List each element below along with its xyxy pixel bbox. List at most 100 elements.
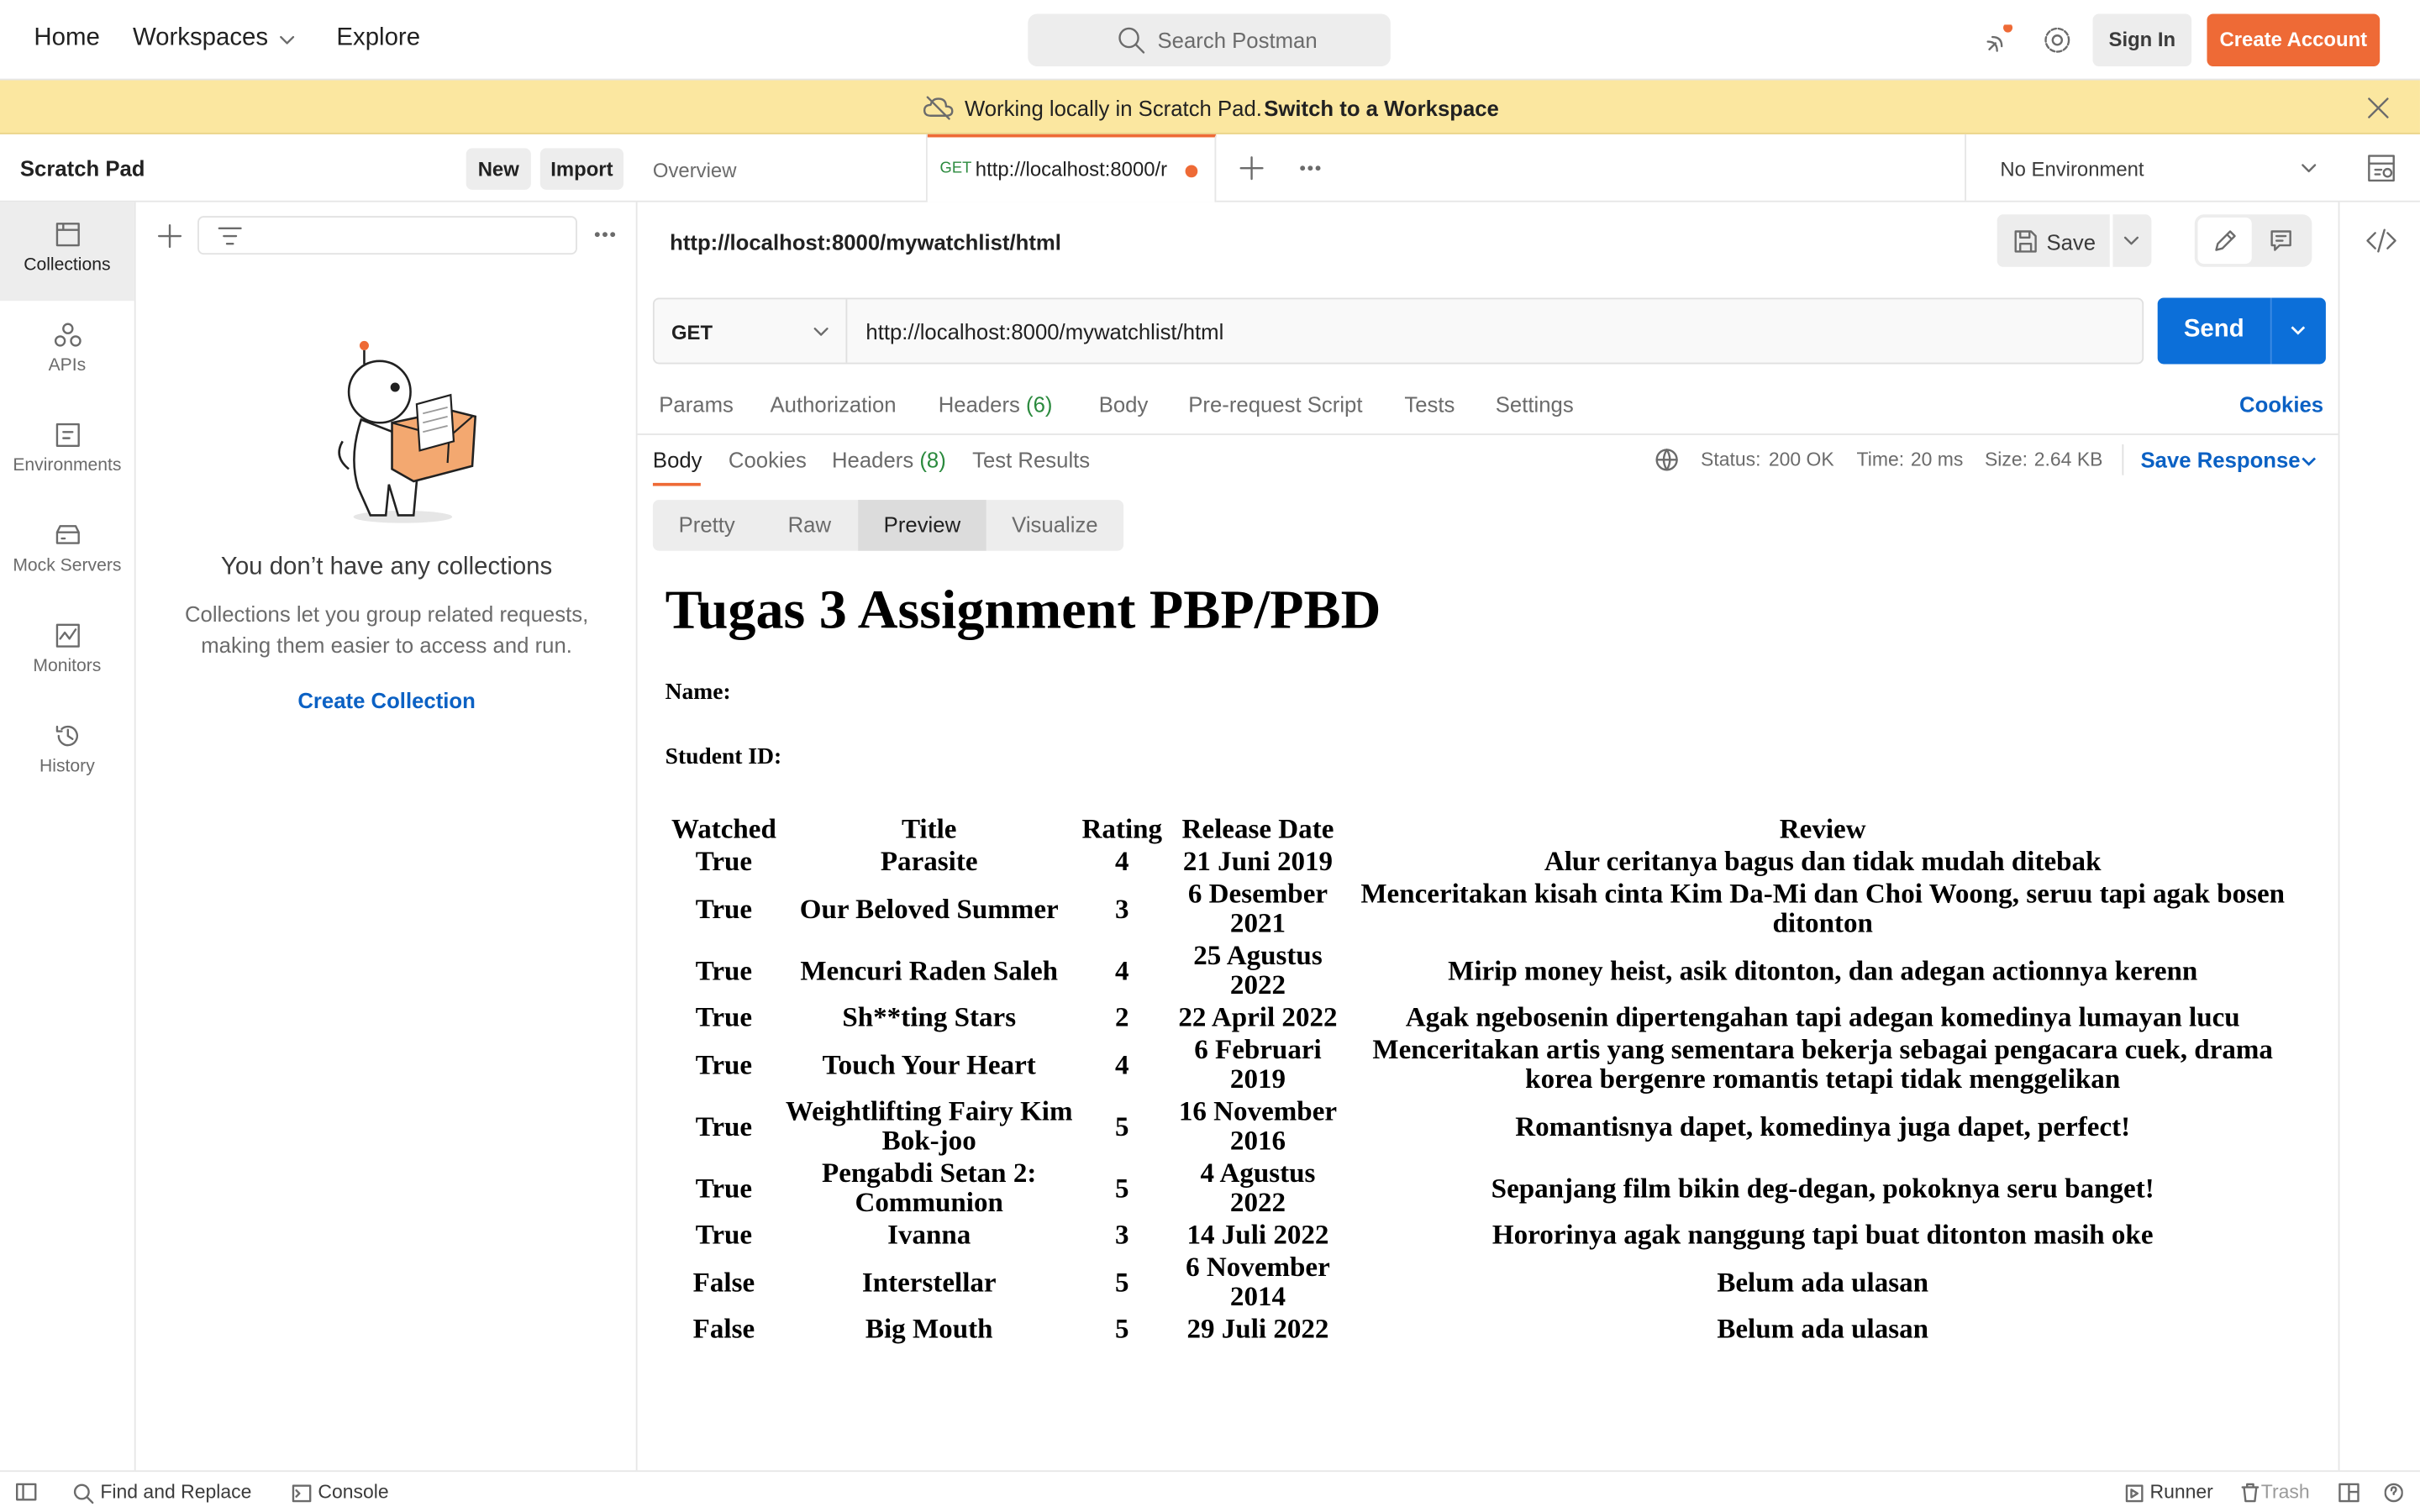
table-cell: False xyxy=(692,1313,755,1344)
new-tab-icon[interactable] xyxy=(1239,156,1264,181)
size-value[interactable]: 2.64 KB xyxy=(2034,449,2103,470)
tab-headers[interactable]: Headers (6) xyxy=(939,392,1053,417)
sidebar-toggle-icon[interactable] xyxy=(15,1483,37,1501)
collections-icon xyxy=(55,223,79,247)
chevron-down-icon[interactable] xyxy=(2300,452,2318,470)
table-row: False Interstellar 5 6 November 2014 Belum a… xyxy=(668,1252,2295,1311)
view-visualize[interactable]: Visualize xyxy=(986,500,1123,551)
response-view-modes: Pretty Raw Preview Visualize xyxy=(652,500,1124,551)
more-options-icon[interactable] xyxy=(592,230,617,239)
plus-icon[interactable] xyxy=(157,223,182,249)
chevron-down-icon xyxy=(813,328,829,336)
satellite-icon[interactable] xyxy=(1983,24,2014,55)
tab-tests[interactable]: Tests xyxy=(1404,392,1455,417)
new-button[interactable]: New xyxy=(466,148,531,190)
save-icon xyxy=(2014,230,2037,253)
tab-pre-request-script[interactable]: Pre-request Script xyxy=(1188,392,1362,417)
sidebar-item-label: APIs xyxy=(48,356,87,375)
sidebar-item-label: Mock Servers xyxy=(13,557,122,576)
tab-settings[interactable]: Settings xyxy=(1496,392,1574,417)
table-cell: 6 November 2014 xyxy=(1186,1251,1330,1312)
monitors-icon xyxy=(55,623,79,648)
save-options-button[interactable] xyxy=(2112,214,2152,267)
mode-toggle xyxy=(2194,214,2312,267)
table-cell: Big Mouth xyxy=(865,1313,993,1344)
tab-overview[interactable]: Overview xyxy=(638,134,928,201)
tab-response-cookies[interactable]: Cookies xyxy=(729,448,807,472)
help-icon[interactable] xyxy=(2384,1483,2403,1503)
globe-icon[interactable] xyxy=(1655,448,1679,472)
sidebar-item-collections[interactable]: Collections xyxy=(0,202,134,302)
time-value[interactable]: 20 ms xyxy=(1911,449,1964,470)
method-select[interactable]: GET xyxy=(655,299,848,363)
tab-response-body[interactable]: Body xyxy=(653,448,702,472)
cookies-link[interactable]: Cookies xyxy=(2239,392,2323,417)
sidebar-rail: Collections APIs Environments Mock Serve… xyxy=(0,202,136,1471)
tab-test-results[interactable]: Test Results xyxy=(972,448,1090,472)
environment-quick-look-icon[interactable] xyxy=(2366,153,2397,184)
sidebar-item-label: Environments xyxy=(13,456,122,475)
tab-params[interactable]: Params xyxy=(659,392,734,417)
trash-button[interactable]: Trash xyxy=(2261,1481,2310,1503)
tab-body[interactable]: Body xyxy=(1099,392,1149,417)
column-header: Title xyxy=(901,812,957,844)
sidebar-item-history[interactable]: History xyxy=(0,704,134,803)
send-button[interactable]: Send xyxy=(2157,297,2326,365)
view-preview[interactable]: Preview xyxy=(858,500,986,551)
table-cell: 6 Desember 2021 xyxy=(1187,878,1328,938)
table-cell: 14 Juli 2022 xyxy=(1186,1218,1329,1250)
sidebar-item-monitors[interactable]: Monitors xyxy=(0,603,134,702)
top-navigation: Home Workspaces Explore Search Postman S… xyxy=(0,0,2420,81)
create-account-button[interactable]: Create Account xyxy=(2207,13,2381,66)
filter-input[interactable] xyxy=(197,216,577,255)
table-cell: False xyxy=(692,1266,755,1297)
url-input[interactable]: http://localhost:8000/mywatchlist/html xyxy=(865,319,1223,344)
table-row: True Sh**ting Stars 2 22 April 2022 Agak nge… xyxy=(668,1002,2295,1032)
search-input[interactable]: Search Postman xyxy=(1028,13,1391,66)
status-value[interactable]: 200 OK xyxy=(1769,449,1834,470)
save-button[interactable]: Save xyxy=(1996,214,2110,267)
tab-authorization[interactable]: Authorization xyxy=(771,392,897,417)
runner-button[interactable]: Runner xyxy=(2150,1481,2213,1503)
tab-label: Overview xyxy=(652,159,737,182)
request-name[interactable]: http://localhost:8000/mywatchlist/html xyxy=(670,230,1061,255)
create-collection-link[interactable]: Create Collection xyxy=(136,688,638,712)
sign-in-button[interactable]: Sign In xyxy=(2092,13,2192,66)
nav-workspaces[interactable]: Workspaces xyxy=(133,24,268,52)
trash-icon xyxy=(2241,1483,2260,1503)
chevron-down-icon[interactable] xyxy=(278,31,297,50)
gear-icon[interactable] xyxy=(2042,24,2073,55)
nav-home[interactable]: Home xyxy=(34,24,99,52)
import-button[interactable]: Import xyxy=(539,148,624,190)
more-tabs-icon[interactable] xyxy=(1298,164,1323,173)
console-button[interactable]: Console xyxy=(318,1481,388,1503)
table-cell: 25 Agustus 2022 xyxy=(1193,939,1323,1000)
table-cell: 5 xyxy=(1115,1266,1129,1297)
view-raw[interactable]: Raw xyxy=(760,500,858,551)
code-icon[interactable] xyxy=(2366,228,2397,253)
chevron-down-icon xyxy=(2302,164,2317,173)
comment-icon[interactable] xyxy=(2269,228,2293,253)
tab-request[interactable]: GET http://localhost:8000/r xyxy=(927,134,1217,202)
environment-select[interactable]: No Environment xyxy=(1965,134,2335,201)
close-icon[interactable] xyxy=(2367,97,2389,119)
empty-state-title: You don’t have any collections xyxy=(220,554,553,580)
table-cell: 5 xyxy=(1115,1110,1129,1142)
chevron-down-icon[interactable] xyxy=(2289,321,2307,339)
switch-workspace-link[interactable]: Switch to a Workspace xyxy=(1264,96,1499,120)
view-pretty[interactable]: Pretty xyxy=(653,500,761,551)
sidebar-item-environments[interactable]: Environments xyxy=(0,402,134,501)
table-cell: Pengabdi Setan 2: Communion xyxy=(822,1157,1037,1218)
edit-mode-button[interactable] xyxy=(2197,217,2252,265)
unsaved-indicator xyxy=(1185,165,1198,178)
nav-explore[interactable]: Explore xyxy=(336,24,420,52)
empty-state-description: Collections let you group related reques… xyxy=(184,601,589,658)
tab-response-headers[interactable]: Headers (8) xyxy=(832,448,946,472)
save-response-button[interactable]: Save Response xyxy=(2141,448,2301,472)
two-pane-icon[interactable] xyxy=(2338,1483,2360,1503)
divider xyxy=(2122,444,2124,475)
sidebar-item-apis[interactable]: APIs xyxy=(0,302,134,402)
sidebar-item-mock-servers[interactable]: Mock Servers xyxy=(0,503,134,602)
find-and-replace-button[interactable]: Find and Replace xyxy=(100,1481,251,1503)
preview-heading: Tugas 3 Assignment PBP/PBD xyxy=(665,578,1381,641)
